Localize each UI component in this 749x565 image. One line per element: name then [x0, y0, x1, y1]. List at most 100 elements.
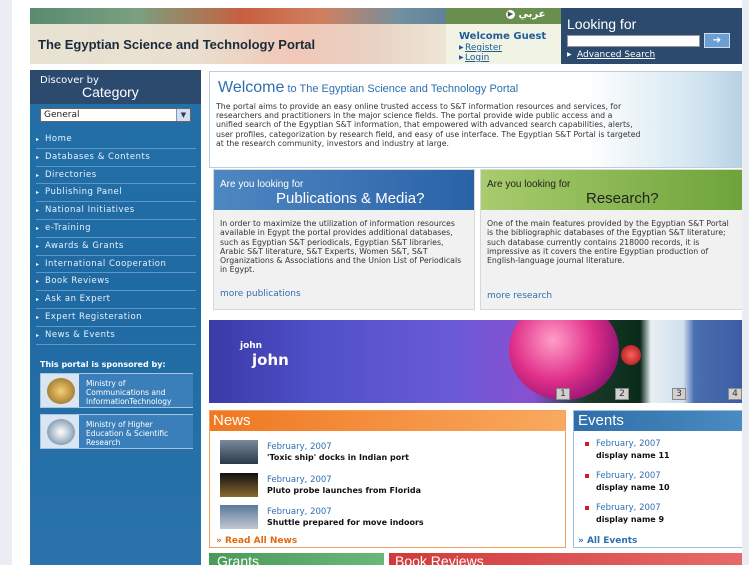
sidebar-item-label: Directories — [45, 169, 97, 180]
chevron-down-icon[interactable]: ▼ — [176, 109, 190, 121]
site-title: The Egyptian Science and Technology Port… — [38, 37, 316, 52]
banner-page-4[interactable]: 4 — [728, 388, 742, 400]
sidebar-item-label: Ask an Expert — [45, 294, 111, 305]
welcome-title-big: Welcome — [218, 79, 285, 96]
news-panel: News February, 2007 'Toxic ship' docks i… — [209, 410, 566, 548]
sidebar-item-databases[interactable]: ▸ Databases & Contents — [36, 149, 196, 167]
sidebar-item-label: Awards & Grants — [45, 240, 124, 251]
event-date: February, 2007 — [585, 503, 745, 513]
arrow-icon: ▶ — [459, 44, 464, 51]
event-item[interactable]: February, 2007 display name 11 — [585, 439, 745, 460]
all-events-link[interactable]: » All Events — [578, 536, 637, 546]
bullet-icon: ▸ — [36, 331, 40, 339]
header-banner: The Egyptian Science and Technology Port… — [30, 8, 561, 64]
sponsor-mcit[interactable]: Ministry of Communications and Information… — [40, 373, 193, 408]
grants-header[interactable]: Grants — [209, 553, 384, 565]
event-name[interactable]: display name 9 — [585, 515, 745, 524]
banner-caption: john — [252, 351, 289, 369]
research-header: Are you looking for Research? — [481, 170, 743, 210]
feature-banner[interactable]: john john 1 2 3 4 — [209, 320, 748, 403]
sidebar-item-book-reviews[interactable]: ▸ Book Reviews — [36, 273, 196, 292]
research-subtitle: Are you looking for — [487, 179, 571, 190]
search-go-button[interactable]: ➔ — [704, 33, 730, 48]
sidebar-item-label: Expert Registeration — [45, 311, 143, 322]
sponsor-heading: This portal is sponsored by: — [40, 360, 166, 369]
sidebar-item-label: Databases & Contents — [45, 151, 151, 162]
event-item[interactable]: February, 2007 display name 10 — [585, 471, 745, 492]
advanced-search-link[interactable]: Advanced Search — [577, 50, 655, 60]
read-all-news-label: Read All News — [224, 536, 298, 546]
bullet-icon: ▸ — [36, 296, 40, 304]
sidebar-item-cooperation[interactable]: ▸ International Cooperation — [36, 256, 196, 274]
news-thumbnail — [220, 473, 258, 497]
sidebar-item-label: News & Events — [45, 329, 116, 340]
banner-page-3[interactable]: 3 — [672, 388, 686, 400]
welcome-text: The portal aims to provide an easy onlin… — [216, 102, 641, 148]
event-item[interactable]: February, 2007 display name 9 — [585, 503, 745, 524]
sidebar-item-news-events[interactable]: ▸ News & Events — [36, 327, 196, 345]
research-title: Research? — [586, 190, 659, 207]
banner-caption-small: john — [240, 341, 263, 351]
publications-subtitle: Are you looking for — [220, 179, 304, 190]
news-headline[interactable]: Pluto probe launches from Florida — [267, 486, 421, 495]
read-all-news-link[interactable]: » Read All News — [216, 536, 297, 546]
sidebar-item-directories[interactable]: ▸ Directories — [36, 167, 196, 185]
book-reviews-header[interactable]: Book Reviews — [389, 553, 748, 565]
news-headline[interactable]: 'Toxic ship' docks in Indian port — [267, 453, 409, 462]
event-name[interactable]: display name 11 — [585, 451, 745, 460]
sidebar-item-initiatives[interactable]: ▸ National Initiatives — [36, 202, 196, 220]
sidebar-item-home[interactable]: ▸ Home — [36, 131, 196, 149]
bullet-icon: ▸ — [36, 189, 40, 197]
news-title: News — [210, 411, 565, 431]
sponsor-text: Ministry of Higher Education & Scientific… — [86, 420, 169, 447]
language-label: عربي — [518, 9, 546, 20]
scrollbar[interactable] — [742, 0, 749, 565]
banner-page-2[interactable]: 2 — [615, 388, 629, 400]
news-item[interactable]: February, 2007 Shuttle prepared for move… — [220, 505, 550, 533]
bullet-icon: ▸ — [36, 171, 40, 179]
sidebar-item-label: International Cooperation — [45, 258, 167, 269]
search-panel: Looking for ➔ ▶ Advanced Search — [561, 8, 748, 64]
banner-page-1[interactable]: 1 — [556, 388, 570, 400]
events-title: Events — [574, 411, 747, 431]
publications-header: Are you looking for Publications & Media… — [214, 170, 474, 210]
language-icon: ▶ — [506, 9, 515, 19]
more-research-link[interactable]: more research — [487, 291, 552, 301]
language-switch[interactable]: ▶ عربي — [506, 9, 545, 20]
welcome-title-rest: to The Egyptian Science and Technology P… — [284, 83, 519, 95]
news-date: February, 2007 — [267, 475, 332, 485]
all-events-label: All Events — [586, 536, 638, 546]
bullet-icon: ▸ — [36, 242, 40, 250]
more-publications-link[interactable]: more publications — [220, 289, 301, 299]
news-item[interactable]: February, 2007 Pluto probe launches from… — [220, 473, 550, 501]
event-date: February, 2007 — [585, 439, 745, 449]
news-date: February, 2007 — [267, 442, 332, 452]
sidebar-item-awards[interactable]: ▸ Awards & Grants — [36, 238, 196, 256]
ministry-emblem-icon — [47, 378, 75, 404]
welcome-guest-label: Welcome Guest — [459, 31, 547, 42]
sidebar-item-ask-expert[interactable]: ▸ Ask an Expert — [36, 291, 196, 309]
category-header: Discover by Category — [30, 70, 201, 104]
category-select[interactable]: General ▼ — [40, 108, 191, 122]
sponsor-mhesr[interactable]: Ministry of Higher Education & Scientific… — [40, 414, 193, 449]
event-name[interactable]: display name 10 — [585, 483, 745, 492]
research-text: One of the main features provided by the… — [487, 219, 729, 266]
bullet-icon: ▸ — [36, 153, 40, 161]
welcome-box: ▶ عربي Welcome Guest ▶ Register ▶ Login — [446, 8, 561, 64]
news-headline[interactable]: Shuttle prepared for move indoors — [267, 518, 424, 527]
news-thumbnail — [220, 440, 258, 464]
welcome-title: Welcome to The Egyptian Science and Tech… — [218, 79, 518, 97]
bullet-icon: ▸ — [36, 224, 40, 232]
bullet-icon: ▸ — [36, 136, 40, 143]
sidebar-nav: ▸ Home ▸ Databases & Contents ▸ Directories… — [36, 131, 196, 345]
sponsor-text: Ministry of Communications and Information… — [86, 379, 172, 406]
login-link[interactable]: Login — [465, 53, 489, 63]
bullet-icon: ▸ — [36, 207, 40, 215]
sidebar-item-publishing[interactable]: ▸ Publishing Panel — [36, 184, 196, 203]
events-panel: Events February, 2007 display name 11 Fe… — [573, 410, 748, 548]
register-link[interactable]: Register — [465, 43, 502, 53]
sidebar-item-expert-registration[interactable]: ▸ Expert Registeration — [36, 309, 196, 327]
news-item[interactable]: February, 2007 'Toxic ship' docks in Ind… — [220, 440, 550, 468]
search-input[interactable] — [567, 35, 700, 47]
sidebar-item-etraining[interactable]: ▸ e-Training — [36, 220, 196, 238]
